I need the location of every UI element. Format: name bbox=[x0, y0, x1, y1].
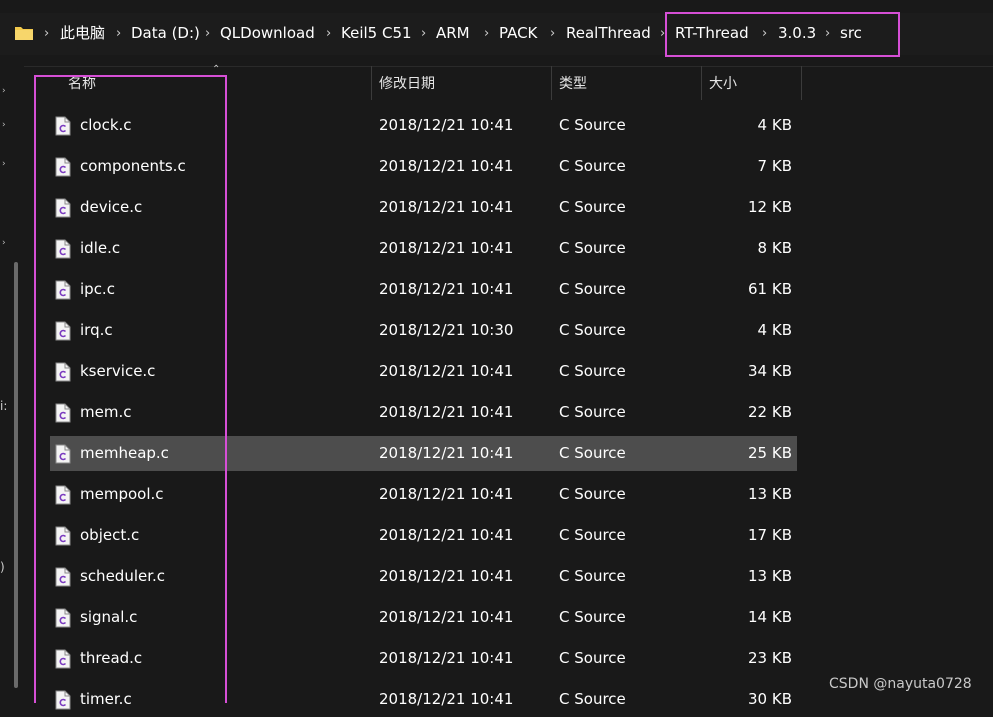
file-date: 2018/12/21 10:41 bbox=[379, 280, 514, 298]
nav-edge-label: ) bbox=[0, 560, 5, 574]
column-divider[interactable] bbox=[701, 66, 702, 100]
file-date: 2018/12/21 10:30 bbox=[379, 321, 514, 339]
file-date: 2018/12/21 10:41 bbox=[379, 485, 514, 503]
file-date: 2018/12/21 10:41 bbox=[379, 157, 514, 175]
breadcrumb-item[interactable]: Data (D:) bbox=[131, 24, 200, 43]
file-type: C Source bbox=[559, 280, 626, 298]
chevron-right-icon[interactable]: › bbox=[550, 24, 555, 43]
file-date: 2018/12/21 10:41 bbox=[379, 198, 514, 216]
file-date: 2018/12/21 10:41 bbox=[379, 116, 514, 134]
chevron-right-icon[interactable]: › bbox=[2, 238, 6, 248]
chevron-right-icon[interactable]: › bbox=[205, 24, 210, 43]
file-type: C Source bbox=[559, 157, 626, 175]
file-date: 2018/12/21 10:41 bbox=[379, 362, 514, 380]
breadcrumb-item[interactable]: ARM bbox=[436, 24, 470, 43]
breadcrumb-item[interactable]: Keil5 C51 bbox=[341, 24, 412, 43]
file-type: C Source bbox=[559, 690, 626, 708]
file-size: 4 KB bbox=[757, 116, 792, 134]
file-type: C Source bbox=[559, 321, 626, 339]
file-size: 4 KB bbox=[757, 321, 792, 339]
file-date: 2018/12/21 10:41 bbox=[379, 649, 514, 667]
column-header-type[interactable]: 类型 bbox=[559, 74, 587, 94]
column-divider[interactable] bbox=[371, 66, 372, 100]
file-date: 2018/12/21 10:41 bbox=[379, 690, 514, 708]
column-divider[interactable] bbox=[801, 66, 802, 100]
file-type: C Source bbox=[559, 567, 626, 585]
folder-icon bbox=[15, 27, 33, 40]
breadcrumb-item[interactable]: QLDownload bbox=[220, 24, 315, 43]
file-type: C Source bbox=[559, 116, 626, 134]
file-size: 25 KB bbox=[748, 444, 792, 462]
sort-ascending-icon: ⌃ bbox=[212, 64, 221, 75]
chevron-right-icon[interactable]: › bbox=[2, 86, 6, 96]
path-highlight-box bbox=[665, 12, 900, 57]
nav-scrollbar[interactable] bbox=[14, 262, 18, 688]
file-date: 2018/12/21 10:41 bbox=[379, 526, 514, 544]
chevron-right-icon[interactable]: › bbox=[421, 24, 426, 43]
file-type: C Source bbox=[559, 485, 626, 503]
file-type: C Source bbox=[559, 239, 626, 257]
watermark: CSDN @nayuta0728 bbox=[829, 676, 972, 692]
file-size: 13 KB bbox=[748, 485, 792, 503]
file-type: C Source bbox=[559, 362, 626, 380]
chevron-right-icon[interactable]: › bbox=[484, 24, 489, 43]
file-type: C Source bbox=[559, 403, 626, 421]
chevron-right-icon[interactable]: › bbox=[326, 24, 331, 43]
file-size: 8 KB bbox=[757, 239, 792, 257]
name-column-highlight-box bbox=[34, 75, 227, 703]
column-header-date[interactable]: 修改日期 bbox=[379, 74, 435, 94]
file-size: 61 KB bbox=[748, 280, 792, 298]
file-date: 2018/12/21 10:41 bbox=[379, 444, 514, 462]
file-size: 22 KB bbox=[748, 403, 792, 421]
file-size: 23 KB bbox=[748, 649, 792, 667]
nav-edge-label: i: bbox=[0, 399, 8, 413]
file-date: 2018/12/21 10:41 bbox=[379, 239, 514, 257]
chevron-right-icon[interactable]: › bbox=[2, 120, 6, 130]
file-size: 17 KB bbox=[748, 526, 792, 544]
file-date: 2018/12/21 10:41 bbox=[379, 608, 514, 626]
file-type: C Source bbox=[559, 649, 626, 667]
navigation-pane: › › › › i: ) bbox=[0, 66, 24, 703]
file-size: 34 KB bbox=[748, 362, 792, 380]
file-size: 7 KB bbox=[757, 157, 792, 175]
breadcrumb-item[interactable]: 此电脑 bbox=[60, 24, 105, 43]
chevron-right-icon[interactable]: › bbox=[44, 24, 49, 43]
chevron-right-icon[interactable]: › bbox=[116, 24, 121, 43]
file-type: C Source bbox=[559, 198, 626, 216]
file-date: 2018/12/21 10:41 bbox=[379, 403, 514, 421]
breadcrumb-item[interactable]: RealThread bbox=[566, 24, 651, 43]
file-type: C Source bbox=[559, 444, 626, 462]
column-divider[interactable] bbox=[551, 66, 552, 100]
column-header-size[interactable]: 大小 bbox=[709, 74, 737, 94]
file-type: C Source bbox=[559, 526, 626, 544]
file-type: C Source bbox=[559, 608, 626, 626]
file-size: 12 KB bbox=[748, 198, 792, 216]
file-size: 13 KB bbox=[748, 567, 792, 585]
file-size: 30 KB bbox=[748, 690, 792, 708]
file-date: 2018/12/21 10:41 bbox=[379, 567, 514, 585]
breadcrumb-item[interactable]: PACK bbox=[499, 24, 537, 43]
file-size: 14 KB bbox=[748, 608, 792, 626]
chevron-right-icon[interactable]: › bbox=[2, 159, 6, 169]
